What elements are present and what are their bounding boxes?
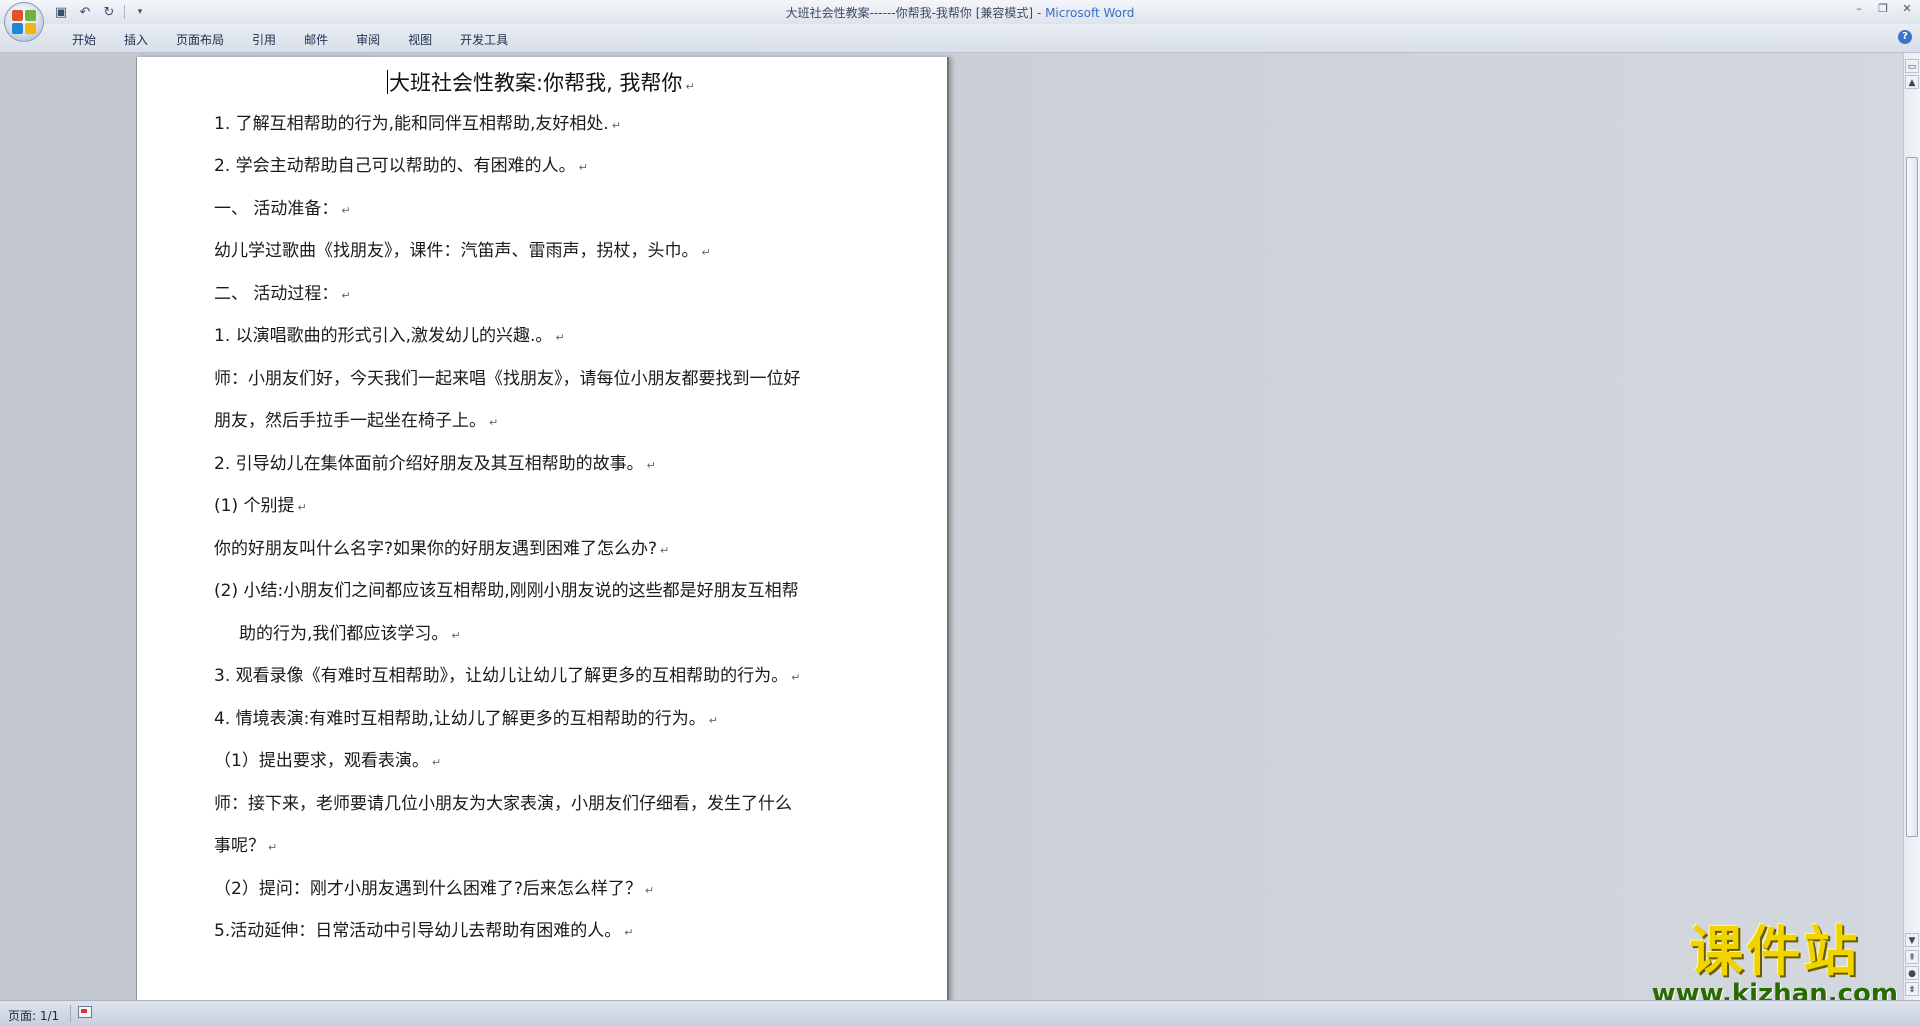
scroll-up-icon[interactable]: ▲ bbox=[1905, 75, 1919, 89]
paragraph-mark-icon: ↵ bbox=[431, 756, 442, 769]
watermark: 课件站 www.kjzhan.com bbox=[1652, 920, 1898, 1009]
app-name: Microsoft Word bbox=[1045, 6, 1135, 20]
document-title[interactable]: 大班社会性教案:你帮我, 我帮你 ↵ bbox=[387, 67, 695, 97]
paragraph[interactable]: 幼儿学过歌曲《找朋友》，课件：汽笛声、雷雨声，拐杖，头巾。 ↵ bbox=[214, 240, 711, 264]
paragraph-mark-icon: ↵ bbox=[791, 671, 801, 684]
paragraph[interactable]: (1) 个别提 ↵ bbox=[214, 495, 307, 519]
paragraph[interactable]: 二、 活动过程： ↵ bbox=[214, 283, 351, 307]
select-browse-object-icon[interactable]: ● bbox=[1905, 966, 1919, 980]
paragraph[interactable]: 2. 引导幼儿在集体面前介绍好朋友及其互相帮助的故事。 ↵ bbox=[214, 453, 656, 477]
document-page[interactable]: 大班社会性教案:你帮我, 我帮你 ↵ 1. 了解互相帮助的行为,能和同伴互相帮助,… bbox=[136, 57, 949, 1000]
paragraph-text: 师：接下来，老师要请几位小朋友为大家表演，小朋友们仔细看，发生了什么 bbox=[214, 794, 792, 814]
paragraph[interactable]: 事呢？ ↵ bbox=[214, 835, 277, 859]
tab-page-layout[interactable]: 页面布局 bbox=[162, 29, 238, 50]
paragraph-mark-icon: ↵ bbox=[646, 459, 656, 472]
previous-page-icon[interactable]: ⇞ bbox=[1905, 950, 1919, 964]
paragraph-mark-icon: ↵ bbox=[701, 246, 711, 259]
paragraph[interactable]: （2）提问：刚才小朋友遇到什么困难了?后来怎么样了？ ↵ bbox=[214, 878, 654, 902]
paragraph-text: 1. 了解互相帮助的行为,能和同伴互相帮助,友好相处. bbox=[214, 114, 609, 134]
paragraph[interactable]: （1）提出要求，观看表演。 ↵ bbox=[214, 750, 441, 774]
help-icon[interactable]: ? bbox=[1898, 30, 1912, 44]
scroll-down-icon[interactable]: ▼ bbox=[1905, 933, 1919, 947]
office-logo-icon bbox=[12, 10, 36, 34]
title-bar: ▣ ↶ ↻ ▾ 大班社会性教案------你帮我-我帮你 [兼容模式] - Mi… bbox=[0, 0, 1920, 25]
tab-insert[interactable]: 插入 bbox=[110, 29, 162, 50]
paragraph[interactable]: 4. 情境表演:有难时互相帮助,让幼儿了解更多的互相帮助的行为。 ↵ bbox=[214, 708, 718, 732]
paragraph-mark-icon: ↵ bbox=[341, 204, 351, 217]
paragraph[interactable]: 1. 以演唱歌曲的形式引入,激发幼儿的兴趣.。 ↵ bbox=[214, 325, 565, 349]
tab-view[interactable]: 视图 bbox=[394, 29, 446, 50]
paragraph-mark-icon: ↵ bbox=[708, 714, 718, 727]
paragraph[interactable]: 助的行为,我们都应该学习。 ↵ bbox=[239, 623, 461, 647]
paragraph-mark-icon: ↵ bbox=[685, 80, 695, 93]
text-cursor bbox=[387, 70, 388, 94]
paragraph-text: 事呢？ bbox=[214, 836, 265, 856]
paragraph-mark-icon: ↵ bbox=[611, 119, 622, 132]
document-workspace: 大班社会性教案:你帮我, 我帮你 ↵ 1. 了解互相帮助的行为,能和同伴互相帮助,… bbox=[0, 53, 1904, 1000]
paragraph-text: (2) 小结:小朋友们之间都应该互相帮助,刚刚小朋友说的这些都是好朋友互相帮 bbox=[214, 581, 799, 601]
ribbon-tabs: 开始 插入 页面布局 引用 邮件 审阅 视图 开发工具 bbox=[58, 29, 522, 50]
paragraph-text: 师：小朋友们好，今天我们一起来唱《找朋友》，请每位小朋友都要找到一位好 bbox=[214, 369, 801, 389]
paragraph-mark-icon: ↵ bbox=[624, 926, 634, 939]
vertical-scrollbar[interactable]: ▭ ▲ ▼ ⇞ ● ⇟ bbox=[1903, 53, 1920, 1000]
paragraph-text: 4. 情境表演:有难时互相帮助,让幼儿了解更多的互相帮助的行为。 bbox=[214, 709, 706, 729]
paragraph[interactable]: 朋友，然后手拉手一起坐在椅子上。 ↵ bbox=[214, 410, 498, 434]
paragraph-mark-icon: ↵ bbox=[578, 161, 588, 174]
paragraph[interactable]: 2. 学会主动帮助自己可以帮助的、有困难的人。 ↵ bbox=[214, 155, 588, 179]
tab-review[interactable]: 审阅 bbox=[342, 29, 394, 50]
paragraph-text: 幼儿学过歌曲《找朋友》，课件：汽笛声、雷雨声，拐杖，头巾。 bbox=[214, 241, 699, 261]
paragraph-text: 你的好朋友叫什么名字?如果你的好朋友遇到困难了怎么办? bbox=[214, 539, 658, 559]
paragraph-text: 二、 活动过程： bbox=[214, 284, 339, 304]
paragraph[interactable]: 师：接下来，老师要请几位小朋友为大家表演，小朋友们仔细看，发生了什么 bbox=[214, 793, 792, 815]
restore-icon[interactable]: ❐ bbox=[1876, 2, 1890, 16]
office-button[interactable] bbox=[4, 2, 44, 42]
paragraph[interactable]: 3. 观看录像《有难时互相帮助》，让幼儿让幼儿了解更多的互相帮助的行为。 ↵ bbox=[214, 665, 800, 689]
document-title-text: 大班社会性教案:你帮我, 我帮你 bbox=[389, 71, 683, 95]
paragraph-mark-icon: ↵ bbox=[297, 501, 307, 514]
ribbon: 开始 插入 页面布局 引用 邮件 审阅 视图 开发工具 ? bbox=[0, 24, 1920, 53]
ruler-toggle-icon[interactable]: ▭ bbox=[1905, 59, 1919, 73]
tab-mailings[interactable]: 邮件 bbox=[290, 29, 342, 50]
proofing-icon[interactable] bbox=[78, 1006, 92, 1018]
paragraph-text: 1. 以演唱歌曲的形式引入,激发幼儿的兴趣.。 bbox=[214, 326, 553, 346]
close-icon[interactable]: ✕ bbox=[1900, 2, 1914, 16]
status-separator bbox=[70, 1005, 71, 1022]
paragraph[interactable]: 5.活动延伸：日常活动中引导幼儿去帮助有困难的人。 ↵ bbox=[214, 920, 633, 944]
paragraph-mark-icon: ↵ bbox=[555, 331, 565, 344]
paragraph[interactable]: 1. 了解互相帮助的行为,能和同伴互相帮助,友好相处. ↵ bbox=[214, 113, 621, 137]
paragraph-text: 一、 活动准备： bbox=[214, 199, 339, 219]
paragraph-mark-icon: ↵ bbox=[644, 884, 655, 897]
paragraph-text: 助的行为,我们都应该学习。 bbox=[239, 624, 449, 644]
status-bar: 页面: 1/1 bbox=[0, 1000, 1920, 1026]
scrollbar-thumb[interactable] bbox=[1906, 157, 1918, 837]
watermark-logo: 课件站 bbox=[1689, 920, 1861, 983]
paragraph-text: 2. 引导幼儿在集体面前介绍好朋友及其互相帮助的故事。 bbox=[214, 454, 644, 474]
tab-developer[interactable]: 开发工具 bbox=[446, 29, 522, 50]
paragraph-text: （2）提问：刚才小朋友遇到什么困难了?后来怎么样了？ bbox=[214, 879, 642, 899]
next-page-icon[interactable]: ⇟ bbox=[1905, 982, 1919, 996]
paragraph-text: 朋友，然后手拉手一起坐在椅子上。 bbox=[214, 411, 486, 431]
paragraph-text: 2. 学会主动帮助自己可以帮助的、有困难的人。 bbox=[214, 156, 576, 176]
paragraph[interactable]: (2) 小结:小朋友们之间都应该互相帮助,刚刚小朋友说的这些都是好朋友互相帮 bbox=[214, 580, 799, 602]
paragraph-mark-icon: ↵ bbox=[268, 841, 278, 854]
paragraph-text: (1) 个别提 bbox=[214, 496, 295, 516]
window-title: 大班社会性教案------你帮我-我帮你 [兼容模式] - Microsoft … bbox=[0, 4, 1920, 21]
paragraph-mark-icon: ↵ bbox=[341, 289, 351, 302]
paragraph-text: 5.活动延伸：日常活动中引导幼儿去帮助有困难的人。 bbox=[214, 921, 622, 941]
paragraph[interactable]: 一、 活动准备： ↵ bbox=[214, 198, 351, 222]
paragraph-text: 3. 观看录像《有难时互相帮助》，让幼儿让幼儿了解更多的互相帮助的行为。 bbox=[214, 666, 789, 686]
minimize-icon[interactable]: – bbox=[1852, 2, 1866, 16]
paragraph-mark-icon: ↵ bbox=[451, 629, 461, 642]
paragraph[interactable]: 师：小朋友们好，今天我们一起来唱《找朋友》，请每位小朋友都要找到一位好 bbox=[214, 368, 801, 390]
window-controls: – ❐ ✕ bbox=[1852, 2, 1914, 16]
paragraph-mark-icon: ↵ bbox=[660, 544, 670, 557]
paragraph[interactable]: 你的好朋友叫什么名字?如果你的好朋友遇到困难了怎么办? ↵ bbox=[214, 538, 669, 562]
document-name: 大班社会性教案------你帮我-我帮你 [兼容模式] - bbox=[785, 6, 1046, 20]
paragraph-text: （1）提出要求，观看表演。 bbox=[214, 751, 429, 771]
tab-references[interactable]: 引用 bbox=[238, 29, 290, 50]
paragraph-mark-icon: ↵ bbox=[489, 416, 499, 429]
tab-home[interactable]: 开始 bbox=[58, 29, 110, 50]
page-count-status[interactable]: 页面: 1/1 bbox=[8, 1007, 59, 1024]
